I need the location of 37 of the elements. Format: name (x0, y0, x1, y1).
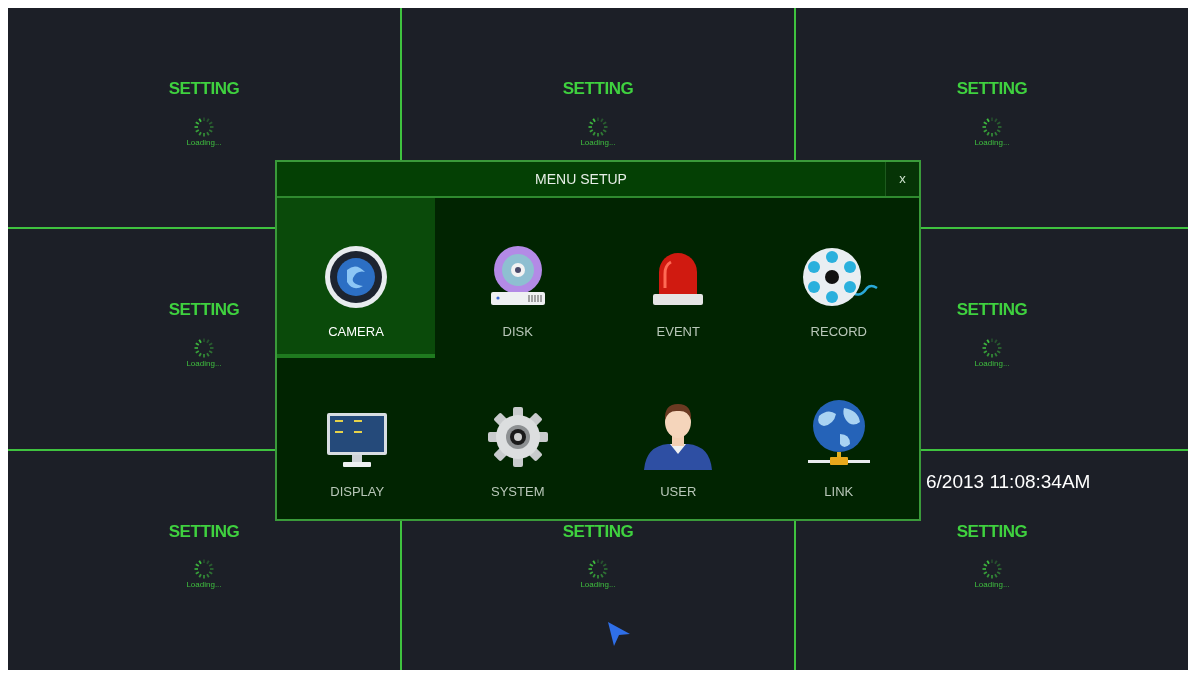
loading-text: Loading... (974, 359, 1010, 368)
loading-text: Loading... (580, 581, 616, 590)
loading-text: Loading... (186, 581, 222, 590)
loading-spinner-icon (193, 558, 215, 581)
loading-spinner-icon (981, 115, 1003, 138)
loading-text: Loading... (186, 359, 222, 368)
menu-item[interactable]: DISK (437, 198, 598, 358)
tile-title: SETTING (562, 78, 634, 100)
loading-spinner-icon (587, 558, 609, 581)
menu-item[interactable]: USER (598, 357, 759, 517)
loading-text: Loading... (186, 138, 222, 147)
camera-lens-icon (323, 244, 389, 310)
tile-title: SETTING (168, 299, 240, 322)
loading-spinner-icon (587, 115, 609, 138)
loading-text: Loading... (580, 138, 616, 147)
loading-spinner-icon (981, 336, 1003, 359)
mouse-pointer-icon (606, 620, 632, 648)
close-button[interactable]: x (885, 162, 919, 196)
menu-item[interactable]: CAMERA (277, 198, 435, 358)
loading-spinner-icon (193, 336, 215, 359)
date-time: 6/2013 11:08:34AM (926, 469, 1091, 494)
tile-title: SETTING (956, 520, 1028, 543)
menu-item[interactable]: RECORD (758, 198, 919, 358)
menu-item[interactable]: SYSTEM (437, 357, 598, 517)
menu-item[interactable]: EVENT (598, 198, 759, 358)
dialog-title: MENU SETUP (535, 169, 627, 189)
tile-title: SETTING (956, 78, 1028, 100)
menu-item[interactable]: LINK (758, 357, 919, 517)
tile-title: SETTING (562, 520, 634, 543)
loading-text: Loading... (974, 138, 1010, 147)
tile-title: SETTING (956, 299, 1028, 322)
menu-item[interactable]: DISPLAY (277, 357, 438, 517)
tile-title: SETTING (168, 520, 240, 543)
tile-title: SETTING (168, 78, 240, 100)
loading-spinner-icon (193, 115, 215, 138)
loading-spinner-icon (981, 558, 1003, 581)
loading-text: Loading... (974, 581, 1010, 590)
